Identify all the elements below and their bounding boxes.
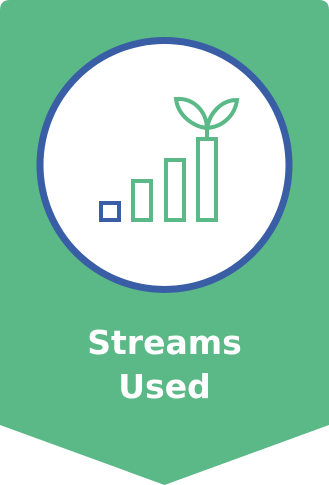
streams-used-badge: Streams Used (0, 0, 329, 485)
badge-title-line-2: Used (118, 367, 211, 406)
badge-title-line-1: Streams (87, 323, 242, 362)
badge-graphic (0, 0, 329, 485)
